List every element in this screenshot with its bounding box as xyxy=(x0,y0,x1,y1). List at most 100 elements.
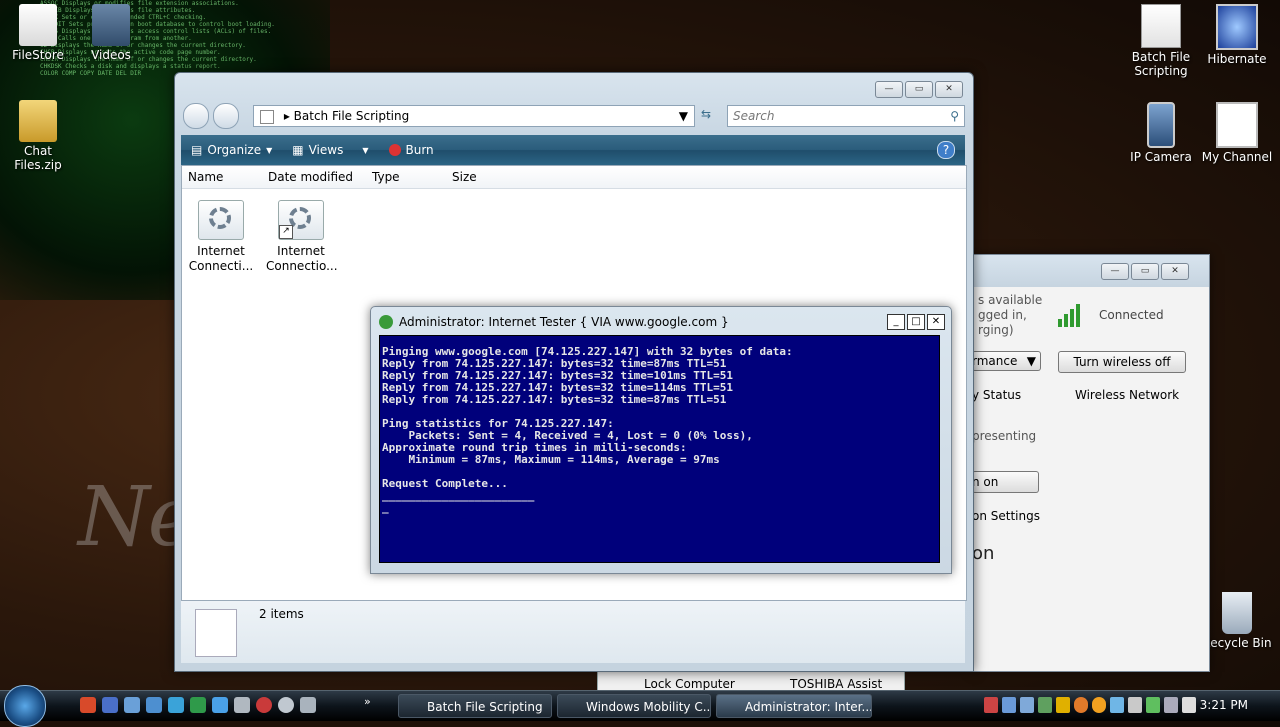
column-header-row: Name Date modified Type Size xyxy=(182,166,966,189)
chevron-down-icon: ▼ xyxy=(266,145,273,155)
back-button[interactable] xyxy=(183,103,209,129)
quick-launch-app-icon[interactable] xyxy=(80,697,96,713)
battery-text: s available xyxy=(978,293,1043,307)
quick-launch-app-icon[interactable] xyxy=(146,697,162,713)
start-button[interactable] xyxy=(4,685,46,727)
quick-launch-app-icon[interactable] xyxy=(300,697,316,713)
task-button-mobility-center[interactable]: Windows Mobility C... xyxy=(557,694,711,718)
quick-launch-overflow-icon[interactable]: » xyxy=(364,695,371,708)
minimize-button[interactable]: — xyxy=(1101,263,1129,280)
quick-launch-app-icon[interactable] xyxy=(234,697,250,713)
desktop-icon-recycle-bin[interactable]: Recycle Bin xyxy=(1199,592,1275,650)
batch-file-shortcut-icon: ↗ xyxy=(278,200,324,240)
batch-file-icon xyxy=(198,200,244,240)
organize-button[interactable]: ▤ Organize ▼ xyxy=(191,143,272,157)
tray-icon[interactable] xyxy=(1038,697,1052,713)
tray-icon[interactable] xyxy=(1128,697,1142,713)
battery-status-link[interactable]: y Status xyxy=(972,388,1021,402)
help-icon[interactable]: ? xyxy=(937,141,955,159)
column-header-type[interactable]: Type xyxy=(372,170,400,184)
quick-launch-app-icon[interactable] xyxy=(212,697,228,713)
desktop-icon-label: IP Camera xyxy=(1130,150,1192,164)
burn-button[interactable]: Burn xyxy=(388,143,434,157)
desktop-icon-filestore[interactable]: FileStore xyxy=(0,4,76,62)
quick-launch-app-icon[interactable] xyxy=(124,697,140,713)
navigation-bar: ▸ Batch File Scripting ▼ ⇆ Search ⚲ xyxy=(183,103,965,131)
tray-icon[interactable] xyxy=(1056,697,1070,713)
toshiba-assist-link[interactable]: TOSHIBA Assist xyxy=(790,677,882,691)
desktop-icon-ip-camera[interactable]: IP Camera xyxy=(1123,102,1199,164)
lock-computer-link[interactable]: Lock Computer xyxy=(644,677,735,691)
quick-launch-app-icon[interactable] xyxy=(190,697,206,713)
wireless-network-link[interactable]: Wireless Network xyxy=(1075,388,1179,402)
tray-icon[interactable] xyxy=(1020,697,1034,713)
presentation-settings-link[interactable]: on Settings xyxy=(972,509,1040,523)
task-button-batch-file-scripting[interactable]: Batch File Scripting xyxy=(398,694,552,718)
desktop-icon-hibernate[interactable]: Hibernate xyxy=(1199,4,1275,66)
turn-on-presentation-button[interactable]: n on xyxy=(972,471,1039,493)
battery-text: gged in, xyxy=(978,308,1027,322)
address-bar[interactable]: ▸ Batch File Scripting ▼ xyxy=(253,105,695,127)
views-button[interactable]: ▦ Views ▼ xyxy=(292,143,368,157)
column-header-date-modified[interactable]: Date modified xyxy=(268,170,353,184)
battery-tile: s available gged in, rging) xyxy=(978,293,1042,338)
minimize-button[interactable]: _ xyxy=(887,314,905,330)
forward-button[interactable] xyxy=(212,103,239,129)
file-label: Internet xyxy=(277,244,325,258)
tray-icon[interactable] xyxy=(984,697,998,713)
close-button[interactable]: ✕ xyxy=(1161,263,1189,280)
desktop-icon-label: Hibernate xyxy=(1207,52,1267,66)
column-header-size[interactable]: Size xyxy=(452,170,477,184)
tray-icon[interactable] xyxy=(1110,697,1124,713)
desktop-icon-chat-files[interactable]: Chat Files.zip xyxy=(0,100,76,172)
maximize-button[interactable]: ▭ xyxy=(1131,263,1159,280)
chevron-down-icon[interactable]: ▼ xyxy=(679,106,688,126)
clipboard-icon xyxy=(195,609,237,657)
maximize-button[interactable]: ▭ xyxy=(905,81,933,98)
clock-app-icon[interactable] xyxy=(278,697,294,713)
quick-launch-app-icon[interactable] xyxy=(168,697,184,713)
power-plan-select[interactable]: rmance ▼ xyxy=(972,351,1041,371)
tray-icon[interactable] xyxy=(1002,697,1016,713)
phone-icon xyxy=(1147,102,1175,148)
search-input[interactable]: Search ⚲ xyxy=(727,105,965,127)
zip-folder-icon xyxy=(19,100,57,142)
desktop-icon-batch-file-scripting[interactable]: Batch File Scripting xyxy=(1123,4,1199,78)
turn-wireless-off-button[interactable]: Turn wireless off xyxy=(1058,351,1186,373)
quick-launch-app-icon[interactable] xyxy=(256,697,272,713)
minimize-button[interactable]: — xyxy=(875,81,903,98)
chevron-down-icon: ▼ xyxy=(1026,354,1036,368)
presentation-board-icon xyxy=(1216,102,1258,148)
file-item[interactable]: ↗ Internet Connectio... xyxy=(266,200,338,274)
tray-icon[interactable] xyxy=(1146,697,1160,713)
tray-icon[interactable] xyxy=(1092,697,1106,713)
taskbar-clock[interactable]: 3:21 PM xyxy=(1200,698,1248,712)
desktop-icon-my-channel[interactable]: My Channel xyxy=(1199,102,1275,164)
burn-disc-icon xyxy=(388,144,401,156)
desktop-icon-label: Recycle Bin xyxy=(1202,636,1272,650)
network-icon[interactable] xyxy=(1164,697,1178,713)
maximize-button[interactable]: □ xyxy=(907,314,925,330)
file-item[interactable]: Internet Connecti... xyxy=(186,200,256,274)
tray-icon[interactable] xyxy=(1074,697,1088,713)
search-placeholder: Search xyxy=(733,109,775,123)
quick-launch-app-icon[interactable] xyxy=(102,697,118,713)
monitor-icon xyxy=(1216,4,1258,50)
close-button[interactable]: ✕ xyxy=(935,81,963,98)
views-label: Views xyxy=(308,143,344,157)
refresh-icon[interactable]: ⇆ xyxy=(701,107,721,125)
desktop-icon-label: My Channel xyxy=(1201,150,1273,164)
close-button[interactable]: ✕ xyxy=(927,314,945,330)
chevron-down-icon: ▼ xyxy=(362,145,369,155)
task-label: Administrator: Inter... xyxy=(745,700,872,714)
desktop-icon-videos[interactable]: Videos xyxy=(73,4,149,62)
console-output[interactable]: Pinging www.google.com [74.125.227.147] … xyxy=(379,335,940,563)
mobility-heading-text: on xyxy=(972,543,995,564)
console-line: _______________________ xyxy=(382,489,535,502)
task-button-administrator-console[interactable]: Administrator: Inter... xyxy=(716,694,872,718)
search-icon: ⚲ xyxy=(950,109,959,123)
console-window: Administrator: Internet Tester { VIA www… xyxy=(370,306,952,574)
volume-icon[interactable] xyxy=(1182,697,1196,713)
column-header-name[interactable]: Name xyxy=(188,170,223,184)
command-bar: ▤ Organize ▼ ▦ Views ▼ Burn ? xyxy=(181,135,965,165)
